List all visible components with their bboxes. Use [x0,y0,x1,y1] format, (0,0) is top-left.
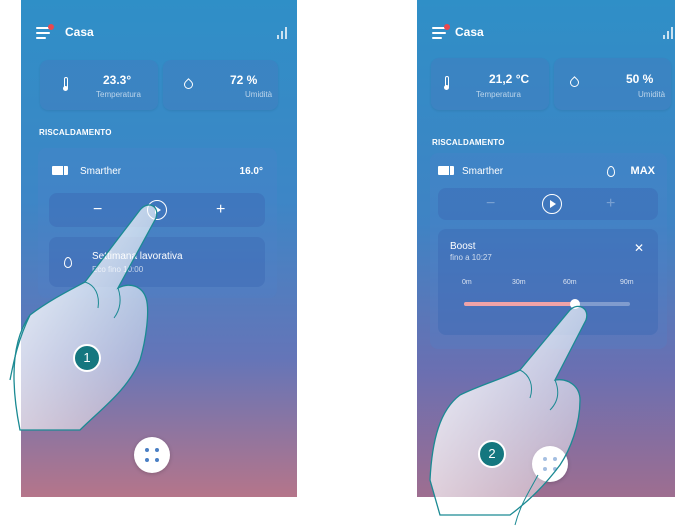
menu-icon[interactable] [36,24,54,39]
notification-dot [444,24,450,30]
minus-button[interactable]: − [486,196,495,212]
temperature-value: 21,2 °C [489,72,530,86]
humidity-value: 50 % [626,72,654,86]
boost-play-icon[interactable] [542,194,562,214]
temperature-value: 23.3° [103,73,132,87]
humidity-label: Umidità [245,90,273,99]
humidity-drop-icon [182,78,195,91]
humidity-value: 72 % [230,73,258,87]
tick-label: 60m [563,279,577,286]
signal-icon [663,27,673,39]
thermostat-icon [52,166,68,175]
app-header: Casa [417,24,675,44]
header-title: Casa [65,25,94,39]
device-setpoint: 16.0° [239,166,263,177]
menu-icon[interactable] [432,24,450,39]
section-title: RISCALDAMENTO [39,128,112,137]
flame-icon [607,166,615,177]
signal-icon [277,27,287,39]
step-badge-1: 1 [73,344,101,372]
pointing-hand-1-illustration [9,204,158,431]
header-title: Casa [455,25,484,39]
boost-title: Boost [450,241,476,252]
plus-button[interactable]: + [216,202,225,218]
app-header: Casa [21,24,297,44]
tick-label: 30m [512,279,526,286]
humidity-drop-icon [568,76,581,89]
temperature-card[interactable]: 21,2 °C Temperatura [431,58,549,110]
section-title: RISCALDAMENTO [432,138,505,147]
temperature-label: Temperatura [476,90,521,99]
step-badge-2: 2 [478,440,506,468]
plus-button[interactable]: + [606,196,615,212]
close-boost-button[interactable]: ✕ [634,241,644,255]
humidity-card[interactable]: 50 % Umidità [554,58,671,110]
boost-until-time: fino a 10:27 [450,253,492,262]
control-bar: − + [438,188,658,220]
humidity-label: Umidità [638,90,666,99]
thermometer-icon [444,76,449,90]
temperature-label: Temperatura [96,90,141,99]
device-name: Smarther [80,166,122,177]
tick-label: 0m [462,279,472,286]
device-setpoint: MAX [630,165,655,177]
notification-dot [48,24,54,30]
temperature-card[interactable]: 23.3° Temperatura [40,60,158,110]
device-name: Smarther [462,166,504,177]
humidity-card[interactable]: 72 % Umidità [163,60,278,110]
tick-label: 90m [620,279,634,286]
pointing-hand-2-illustration [429,305,588,526]
thermostat-icon [438,166,454,175]
thermometer-icon [63,77,68,91]
